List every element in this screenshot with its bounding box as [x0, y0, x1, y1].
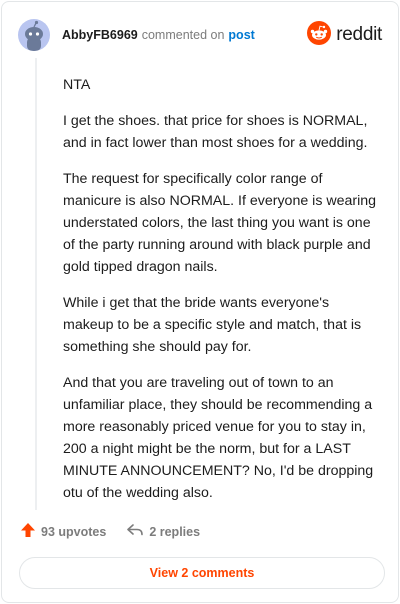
reddit-logo-icon — [307, 20, 332, 50]
replies-stat[interactable]: 2 replies — [126, 522, 200, 541]
upvotes-stat[interactable]: 93 upvotes — [20, 522, 106, 541]
comment-header: AbbyFB6969 commented on post reddit — [18, 19, 382, 51]
comment-card: AbbyFB6969 commented on post reddit NTA … — [1, 1, 399, 603]
comment-paragraph: I get the shoes. that price for shoes is… — [63, 113, 368, 151]
comment-paragraph: While i get that the bride wants everyon… — [63, 295, 362, 355]
upvote-arrow-icon — [20, 522, 36, 541]
view-comments-button[interactable]: View 2 comments — [19, 557, 385, 589]
comment-paragraph: The request for specifically color range… — [63, 171, 377, 275]
reddit-brand[interactable]: reddit — [307, 20, 382, 50]
author-name[interactable]: AbbyFB6969 — [62, 28, 138, 42]
reddit-wordmark: reddit — [336, 24, 382, 45]
reply-arrow-icon — [126, 522, 144, 541]
comment-paragraph: NTA — [63, 77, 91, 93]
snoo-avatar-icon[interactable] — [18, 19, 50, 51]
comment-footer: 93 upvotes 2 replies — [20, 522, 200, 541]
thread-line — [35, 58, 37, 510]
comment-meta: AbbyFB6969 commented on post — [62, 28, 255, 42]
replies-count: 2 replies — [149, 524, 201, 539]
comment-body: NTA I get the shoes. that price for shoe… — [63, 74, 383, 518]
action-text: commented on — [141, 28, 225, 42]
post-link[interactable]: post — [228, 28, 254, 42]
comment-paragraph: And that you are traveling out of town t… — [63, 375, 374, 501]
upvotes-count: 93 upvotes — [41, 524, 107, 539]
